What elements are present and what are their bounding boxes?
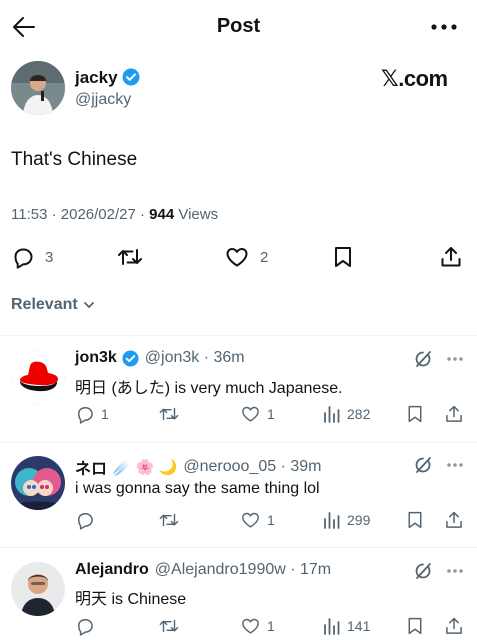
reply-header: ネロ ☄️ 🌸 🌙 @nerooo_05 · 39m xyxy=(75,455,322,479)
grok-icon[interactable] xyxy=(413,455,433,475)
reply-like-button[interactable]: 1 xyxy=(240,616,275,636)
reply-author-name[interactable]: ネロ xyxy=(75,455,107,479)
reply-views-button[interactable]: 282 xyxy=(323,404,370,424)
analytics-icon xyxy=(324,512,340,529)
post-timestamp: 11:53 · 2026/02/27 · xyxy=(11,206,150,223)
repost-icon xyxy=(118,249,142,265)
heart-icon xyxy=(226,248,248,267)
reply-reply-count: 1 xyxy=(101,406,109,422)
bookmark-icon xyxy=(335,247,351,267)
author-avatar[interactable] xyxy=(11,61,65,115)
reply-text: 明日 (あした) is very much Japanese. xyxy=(75,380,343,397)
reply-handle-time[interactable]: @nerooo_05 · 39m xyxy=(183,458,321,476)
reply-avatar-alejandro[interactable] xyxy=(11,562,65,616)
reply-more-icon[interactable] xyxy=(446,462,464,468)
divider xyxy=(0,547,477,548)
like-button[interactable]: 2 xyxy=(224,245,268,269)
reply-text: i was gonna say the same thing lol xyxy=(75,480,320,497)
reply-views-button[interactable]: 299 xyxy=(323,510,370,530)
share-icon xyxy=(446,405,462,422)
reply-view-count: 141 xyxy=(347,618,371,634)
reply-bookmark-button[interactable] xyxy=(406,510,424,530)
reply-icon xyxy=(78,619,93,636)
repost-icon xyxy=(159,619,179,633)
page-title: Post xyxy=(216,15,261,37)
sort-dropdown[interactable]: Relevant xyxy=(11,296,96,314)
reply-repost-button[interactable] xyxy=(158,510,180,530)
reply-button[interactable]: 3 xyxy=(11,245,53,269)
author-handle[interactable]: @jjacky xyxy=(75,91,131,109)
divider xyxy=(0,335,477,336)
verified-badge-icon xyxy=(122,68,140,86)
reply-views-button[interactable]: 141 xyxy=(323,616,370,636)
reply-like-count: 1 xyxy=(267,512,275,528)
reply-share-button[interactable] xyxy=(444,616,464,636)
reply-icon xyxy=(78,513,93,530)
heart-icon xyxy=(242,618,259,634)
brand-watermark: 𝕏.com xyxy=(381,66,448,91)
post-text: That's Chinese xyxy=(11,149,138,170)
reply-handle-time[interactable]: @Alejandro1990w · 17m xyxy=(155,561,331,579)
repost-icon xyxy=(159,407,179,421)
reply-author-name[interactable]: Alejandro xyxy=(75,561,149,579)
reply-like-count: 1 xyxy=(267,406,275,422)
heart-icon xyxy=(242,512,259,528)
share-icon xyxy=(446,511,462,528)
reply-count: 3 xyxy=(45,248,54,266)
reply-repost-button[interactable] xyxy=(158,616,180,636)
verified-badge-icon xyxy=(122,349,139,367)
reply-handle-time[interactable]: @jon3k · 36m xyxy=(145,349,245,367)
bookmark-button[interactable] xyxy=(332,245,354,269)
reply-like-button[interactable]: 1 xyxy=(240,510,275,530)
reply-like-count: 1 xyxy=(267,618,275,634)
repost-icon xyxy=(159,513,179,527)
analytics-icon xyxy=(324,406,340,423)
reply-bookmark-button[interactable] xyxy=(406,404,424,424)
reply-share-button[interactable] xyxy=(444,404,464,424)
reply-view-count: 299 xyxy=(347,512,371,528)
reply-text: 明天 is Chinese xyxy=(75,591,187,608)
share-icon xyxy=(441,247,461,267)
repost-button[interactable] xyxy=(116,245,144,269)
reply-bookmark-button[interactable] xyxy=(406,616,424,636)
post-meta: 11:53 · 2026/02/27 · 944 Views xyxy=(11,206,218,223)
grok-icon[interactable] xyxy=(413,561,433,581)
analytics-icon xyxy=(324,618,340,635)
bookmark-icon xyxy=(408,511,422,529)
reply-header: jon3k @jon3k · 36m xyxy=(75,349,245,367)
reply-repost-button[interactable] xyxy=(158,404,180,424)
bookmark-icon xyxy=(408,405,422,423)
author-name[interactable]: jacky xyxy=(75,68,118,88)
reply-like-button[interactable]: 1 xyxy=(240,404,275,424)
chevron-down-icon xyxy=(83,302,94,309)
more-options-icon[interactable] xyxy=(430,20,458,34)
divider xyxy=(0,442,477,443)
share-icon xyxy=(446,617,462,634)
reply-avatar-nero[interactable] xyxy=(11,456,65,510)
name-emojis: ☄️ 🌸 🌙 xyxy=(113,459,178,476)
sort-label: Relevant xyxy=(11,296,78,313)
reply-more-icon[interactable] xyxy=(446,356,464,362)
reply-view-count: 282 xyxy=(347,406,371,422)
reply-reply-button[interactable]: 1 xyxy=(75,404,109,424)
heart-icon xyxy=(242,406,259,422)
reply-more-icon[interactable] xyxy=(446,568,464,574)
grok-icon[interactable] xyxy=(413,349,433,369)
like-count: 2 xyxy=(260,248,269,266)
bookmark-icon xyxy=(408,617,422,635)
reply-icon xyxy=(14,248,33,269)
reply-share-button[interactable] xyxy=(444,510,464,530)
views-count: 944 xyxy=(149,206,175,223)
share-button[interactable] xyxy=(439,245,463,269)
reply-reply-button[interactable] xyxy=(75,510,95,530)
reply-author-name[interactable]: jon3k xyxy=(75,349,117,367)
reply-reply-button[interactable] xyxy=(75,616,95,636)
reply-icon xyxy=(78,407,93,424)
reply-header: Alejandro @Alejandro1990w · 17m xyxy=(75,561,331,579)
reply-avatar-jon3k[interactable] xyxy=(11,350,65,404)
views-label: Views xyxy=(174,206,219,223)
